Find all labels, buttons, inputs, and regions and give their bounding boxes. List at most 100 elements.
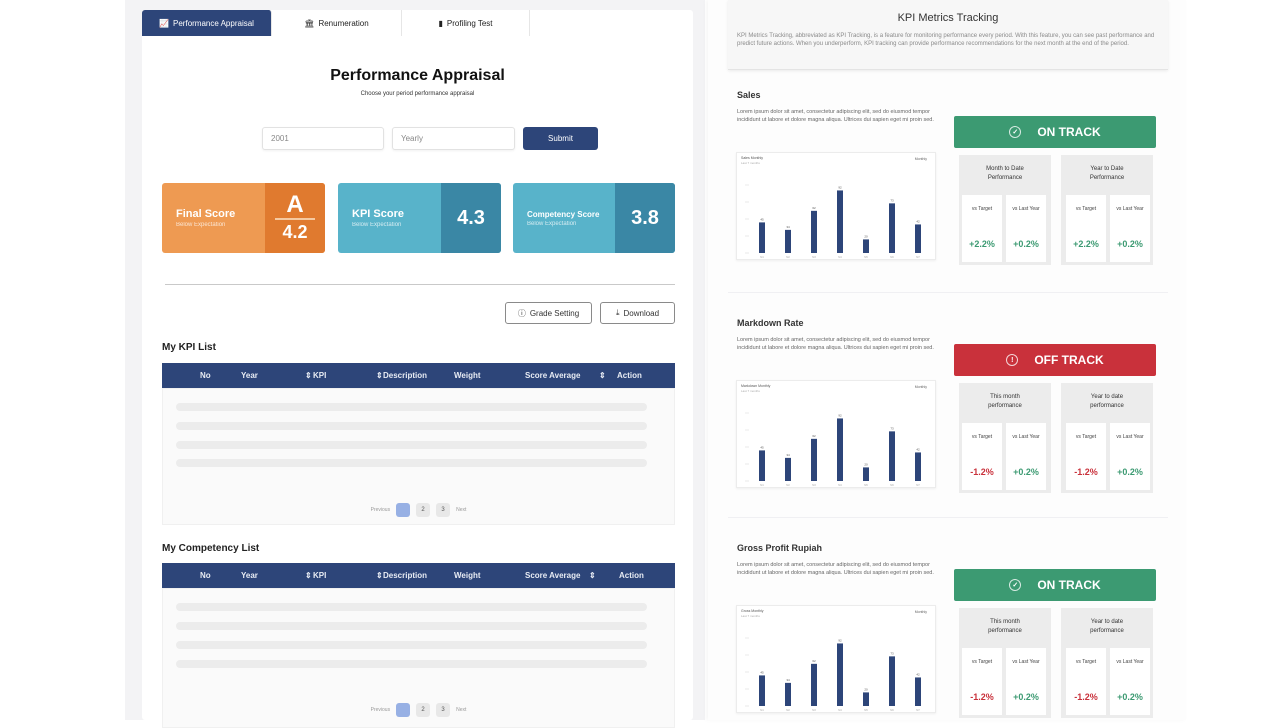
table-row-placeholder xyxy=(176,422,647,430)
page-button[interactable]: 1 xyxy=(396,703,411,717)
bar[interactable] xyxy=(811,438,817,481)
pagination-previous[interactable]: Previous xyxy=(371,507,390,513)
sort-icon[interactable]: ⇕ xyxy=(376,571,383,580)
tab-performance-appraisal[interactable]: 📈 Performance Appraisal xyxy=(142,10,272,36)
bar[interactable] xyxy=(811,663,817,706)
vs-last-year-label: vs Last Year xyxy=(1012,434,1040,440)
bar-value-label: 92 xyxy=(838,413,842,417)
year-input[interactable]: 2001 xyxy=(262,127,384,150)
tab-profiling-test[interactable]: ▮ Profiling Test xyxy=(402,10,530,36)
sort-icon[interactable]: ⇕ xyxy=(589,571,596,580)
page-button[interactable]: 3 xyxy=(436,703,451,717)
column-header-year[interactable]: Year xyxy=(241,371,258,380)
bar[interactable] xyxy=(863,467,869,481)
sort-icon[interactable]: ⇕ xyxy=(305,371,312,380)
chart-filter-select[interactable]: Monthly xyxy=(915,157,927,161)
column-header-description[interactable]: Description xyxy=(383,371,427,380)
x-tick-label: M2 xyxy=(786,256,790,259)
vs-target-cell: vs Target -1.2% xyxy=(1066,423,1106,490)
metric-description: Lorem ipsum dolor sit amet, consectetur … xyxy=(737,109,934,123)
grade-setting-label: Grade Setting xyxy=(529,308,580,318)
bar[interactable] xyxy=(889,203,895,253)
bar[interactable] xyxy=(785,229,791,253)
page-button[interactable]: 2 xyxy=(416,703,431,717)
bar[interactable] xyxy=(889,656,895,706)
bar[interactable] xyxy=(915,224,921,253)
bar-chart: 45 M1 34 M2 62 M3 92 M4 20 M5 73 M6 42 M7 xyxy=(745,184,921,259)
submit-button[interactable]: Submit xyxy=(523,127,598,150)
period-select[interactable]: Yearly xyxy=(392,127,515,150)
grade-setting-button[interactable]: ⓘ Grade Setting xyxy=(505,302,592,324)
tab-renumeration[interactable]: 🏛 Renumeration xyxy=(272,10,402,36)
pagination-next[interactable]: Next xyxy=(456,507,466,513)
bar[interactable] xyxy=(837,643,843,706)
bar[interactable] xyxy=(785,682,791,706)
column-header-weight[interactable]: Weight xyxy=(454,571,481,580)
bar[interactable] xyxy=(863,239,869,253)
bar[interactable] xyxy=(889,431,895,481)
final-score-card: Final Score Below Expectation A 4.2 xyxy=(162,183,325,253)
x-tick-label: M7 xyxy=(916,484,920,487)
column-header-score-average[interactable]: Score Average xyxy=(525,371,580,380)
column-header-kpi[interactable]: KPI xyxy=(313,571,326,580)
competency-pagination: Previous 1 2 3 Next xyxy=(163,703,674,717)
x-tick-label: M4 xyxy=(838,709,842,712)
table-row-placeholder xyxy=(176,441,647,449)
sort-icon[interactable]: ⇕ xyxy=(376,371,383,380)
bar[interactable] xyxy=(837,190,843,253)
bar[interactable] xyxy=(915,452,921,481)
column-header-description[interactable]: Description xyxy=(383,571,427,580)
bar[interactable] xyxy=(759,675,765,706)
column-header-kpi[interactable]: KPI xyxy=(313,371,326,380)
vs-target-value: -1.2% xyxy=(970,467,994,477)
download-button[interactable]: ⤓ Download xyxy=(600,302,675,324)
sort-icon[interactable]: ⇕ xyxy=(599,371,606,380)
column-header-score-average[interactable]: Score Average xyxy=(525,571,580,580)
pagination-next[interactable]: Next xyxy=(456,707,466,713)
x-tick-label: M3 xyxy=(812,484,816,487)
bar[interactable] xyxy=(863,692,869,706)
column-header-action[interactable]: Action xyxy=(617,371,642,380)
bar[interactable] xyxy=(837,418,843,481)
competency-table-header: No Year ⇕ KPI ⇕ Description Weight Score… xyxy=(162,563,675,588)
bar[interactable] xyxy=(811,210,817,253)
period-a-box: This month performance vs Target -1.2% v… xyxy=(959,383,1051,493)
bar[interactable] xyxy=(915,677,921,706)
table-row-placeholder xyxy=(176,459,647,467)
table-row-placeholder xyxy=(176,603,647,611)
vs-last-year-value: +0.2% xyxy=(1013,692,1039,702)
x-tick-label: M6 xyxy=(890,484,894,487)
metric-chart: 45 M1 34 M2 62 M3 92 M4 20 M5 73 M6 42 M7 Markdown Mo… xyxy=(736,380,936,488)
status-banner: ✓ ON TRACK xyxy=(954,569,1156,601)
bar-chart: 45 M1 34 M2 62 M3 92 M4 20 M5 73 M6 42 M7 xyxy=(745,637,921,712)
vs-target-label: vs Target xyxy=(971,206,993,212)
page-button[interactable]: 3 xyxy=(436,503,451,517)
chart-subtitle: Last 7 months xyxy=(741,161,760,165)
column-header-no[interactable]: No xyxy=(200,571,211,580)
bar[interactable] xyxy=(759,222,765,253)
chart-filter-select[interactable]: Monthly xyxy=(915,610,927,614)
column-header-no[interactable]: No xyxy=(200,371,211,380)
period-a-label: This month performance xyxy=(988,619,1022,634)
x-tick-label: M5 xyxy=(864,256,868,259)
column-header-weight[interactable]: Weight xyxy=(454,371,481,380)
x-tick-label: M1 xyxy=(760,484,764,487)
bar-value-label: 62 xyxy=(812,659,816,663)
document-icon: ▮ xyxy=(438,18,443,28)
bar-value-label: 20 xyxy=(864,462,868,466)
bar-value-label: 34 xyxy=(786,453,790,457)
column-header-action[interactable]: Action xyxy=(619,571,644,580)
bar-value-label: 45 xyxy=(760,217,764,221)
competency-score-sub: Below Expectation xyxy=(527,220,577,227)
bar[interactable] xyxy=(785,457,791,481)
vs-last-year-label: vs Last Year xyxy=(1116,659,1144,665)
bar[interactable] xyxy=(759,450,765,481)
pagination-previous[interactable]: Previous xyxy=(371,707,390,713)
page-button[interactable]: 1 xyxy=(396,503,411,517)
sort-icon[interactable]: ⇕ xyxy=(305,571,312,580)
chart-filter-select[interactable]: Monthly xyxy=(915,385,927,389)
column-header-year[interactable]: Year xyxy=(241,571,258,580)
vs-target-value: -1.2% xyxy=(1074,467,1098,477)
bar-value-label: 73 xyxy=(890,426,894,430)
page-button[interactable]: 2 xyxy=(416,503,431,517)
